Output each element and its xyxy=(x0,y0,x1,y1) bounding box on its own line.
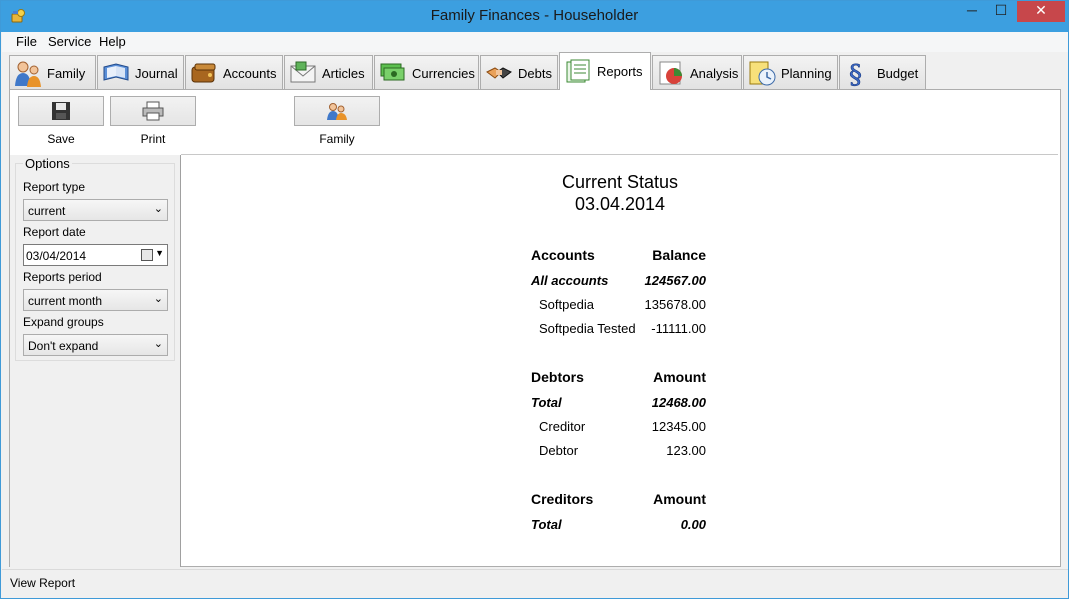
chevron-down-icon: ⌄ xyxy=(153,203,163,215)
envelope-icon xyxy=(290,61,316,83)
save-button[interactable] xyxy=(18,96,104,126)
menu-file[interactable]: File xyxy=(16,34,37,49)
tab-label: Planning xyxy=(781,65,832,81)
family-button[interactable] xyxy=(294,96,380,126)
tab-strip: Family Journal Accounts Articles Currenc… xyxy=(9,52,1061,90)
menu-bar: File Service Help xyxy=(2,32,1068,52)
tab-label: Debts xyxy=(518,65,552,81)
print-label: Print xyxy=(140,132,166,146)
close-icon: ✕ xyxy=(1035,2,1047,18)
report-view: Current Status 03.04.2014 Accounts Balan… xyxy=(181,155,1059,565)
debtor-name: Debtor xyxy=(539,443,579,458)
debtors-amount-header: Amount xyxy=(653,369,706,385)
tab-budget[interactable]: § Budget xyxy=(839,55,926,90)
report-date: 03.04.2014 xyxy=(574,194,666,214)
debtor-name: Creditor xyxy=(539,419,586,434)
expand-select[interactable]: Don't expand ⌄ xyxy=(23,334,168,356)
report-date-label: Report date xyxy=(23,225,86,239)
accounts-header: Accounts xyxy=(531,247,595,263)
options-pane: Options Report type current ⌄ Report dat… xyxy=(10,155,180,567)
creditors-total: 0.00 xyxy=(680,517,706,532)
tab-label: Accounts xyxy=(223,65,277,81)
title-bar: Family Finances - Householder ─ ☐ ✕ xyxy=(1,1,1068,32)
creditors-total-label: Total xyxy=(531,517,562,532)
tab-debts[interactable]: Debts xyxy=(480,55,558,90)
minimize-button[interactable]: ─ xyxy=(958,1,986,22)
tab-label: Articles xyxy=(322,65,365,81)
calendar-icon[interactable] xyxy=(141,249,153,261)
account-name: Softpedia xyxy=(539,297,594,312)
status-text: View Report xyxy=(10,576,76,590)
report-date-picker[interactable]: 03/04/2014 ▼ xyxy=(23,244,168,266)
report-title: Current Status xyxy=(561,172,679,192)
tab-journal[interactable]: Journal xyxy=(97,55,184,90)
paragraph-icon: § xyxy=(849,60,863,88)
tab-label: Budget xyxy=(877,65,919,81)
family-label: Family xyxy=(319,132,355,146)
tab-label: Journal xyxy=(135,65,178,81)
report-date-value: 03/04/2014 xyxy=(26,249,87,263)
main-window: Family Finances - Householder ─ ☐ ✕ File… xyxy=(0,0,1069,599)
handshake-icon xyxy=(486,67,512,79)
tab-label: Family xyxy=(47,65,86,81)
tab-family[interactable]: Family xyxy=(9,55,96,90)
maximize-button[interactable]: ☐ xyxy=(987,1,1015,22)
tab-label: Currencies xyxy=(412,65,475,81)
minimize-icon: ─ xyxy=(967,2,977,18)
maximize-icon: ☐ xyxy=(994,2,1008,18)
debtors-total-label: Total xyxy=(531,395,562,410)
account-value: 135678.00 xyxy=(644,297,706,312)
chevron-down-icon: ⌄ xyxy=(153,293,163,305)
svg-text:§: § xyxy=(849,60,862,88)
debtors-total: 12468.00 xyxy=(651,395,706,410)
family-icon xyxy=(15,61,41,87)
tab-analysis[interactable]: Analysis xyxy=(652,55,742,90)
report-type-select[interactable]: current ⌄ xyxy=(23,199,168,221)
money-icon xyxy=(380,63,405,81)
tab-reports[interactable]: Reports xyxy=(559,52,651,90)
account-value: -11111.00 xyxy=(651,321,706,336)
report-type-value: current xyxy=(28,204,66,218)
tab-currencies[interactable]: Currencies xyxy=(374,55,479,90)
dropdown-arrow-icon[interactable]: ▼ xyxy=(155,248,164,258)
wallet-icon xyxy=(191,63,216,83)
tab-label: Reports xyxy=(597,64,643,79)
debtors-header: Debtors xyxy=(531,369,584,385)
creditors-amount-header: Amount xyxy=(653,491,706,507)
clock-icon xyxy=(749,61,776,86)
printer-icon xyxy=(142,101,164,121)
status-bar: View Report xyxy=(2,569,1068,598)
chevron-down-icon: ⌄ xyxy=(153,338,163,350)
reports-panel: Save Print Family Options Report type cu… xyxy=(9,89,1061,567)
pie-chart-icon xyxy=(659,61,682,85)
tab-label: Analysis xyxy=(690,65,739,81)
debtor-value: 12345.00 xyxy=(651,419,706,434)
period-label: Reports period xyxy=(23,270,102,284)
save-label: Save xyxy=(47,132,75,146)
options-title: Options xyxy=(23,156,72,171)
tab-articles[interactable]: Articles xyxy=(284,55,373,90)
report-icon xyxy=(566,59,590,82)
family-icon xyxy=(327,103,347,120)
creditors-header: Creditors xyxy=(531,491,594,507)
report-type-label: Report type xyxy=(23,180,86,194)
balance-header: Balance xyxy=(652,247,706,263)
debtor-value: 123.00 xyxy=(666,443,706,458)
all-accounts-total: 124567.00 xyxy=(644,273,706,288)
window-title: Family Finances - Householder xyxy=(430,7,639,24)
expand-label: Expand groups xyxy=(23,315,104,329)
print-button[interactable] xyxy=(110,96,196,126)
menu-service[interactable]: Service xyxy=(48,34,91,49)
options-group: Options Report type current ⌄ Report dat… xyxy=(15,156,175,361)
tab-planning[interactable]: Planning xyxy=(743,55,838,90)
menu-help[interactable]: Help xyxy=(99,34,126,49)
floppy-disk-icon xyxy=(52,102,70,120)
expand-value: Don't expand xyxy=(28,339,99,353)
period-select[interactable]: current month ⌄ xyxy=(23,289,168,311)
close-button[interactable]: ✕ xyxy=(1017,1,1065,22)
journal-icon xyxy=(103,63,129,81)
period-value: current month xyxy=(28,294,103,308)
tab-accounts[interactable]: Accounts xyxy=(185,55,283,90)
